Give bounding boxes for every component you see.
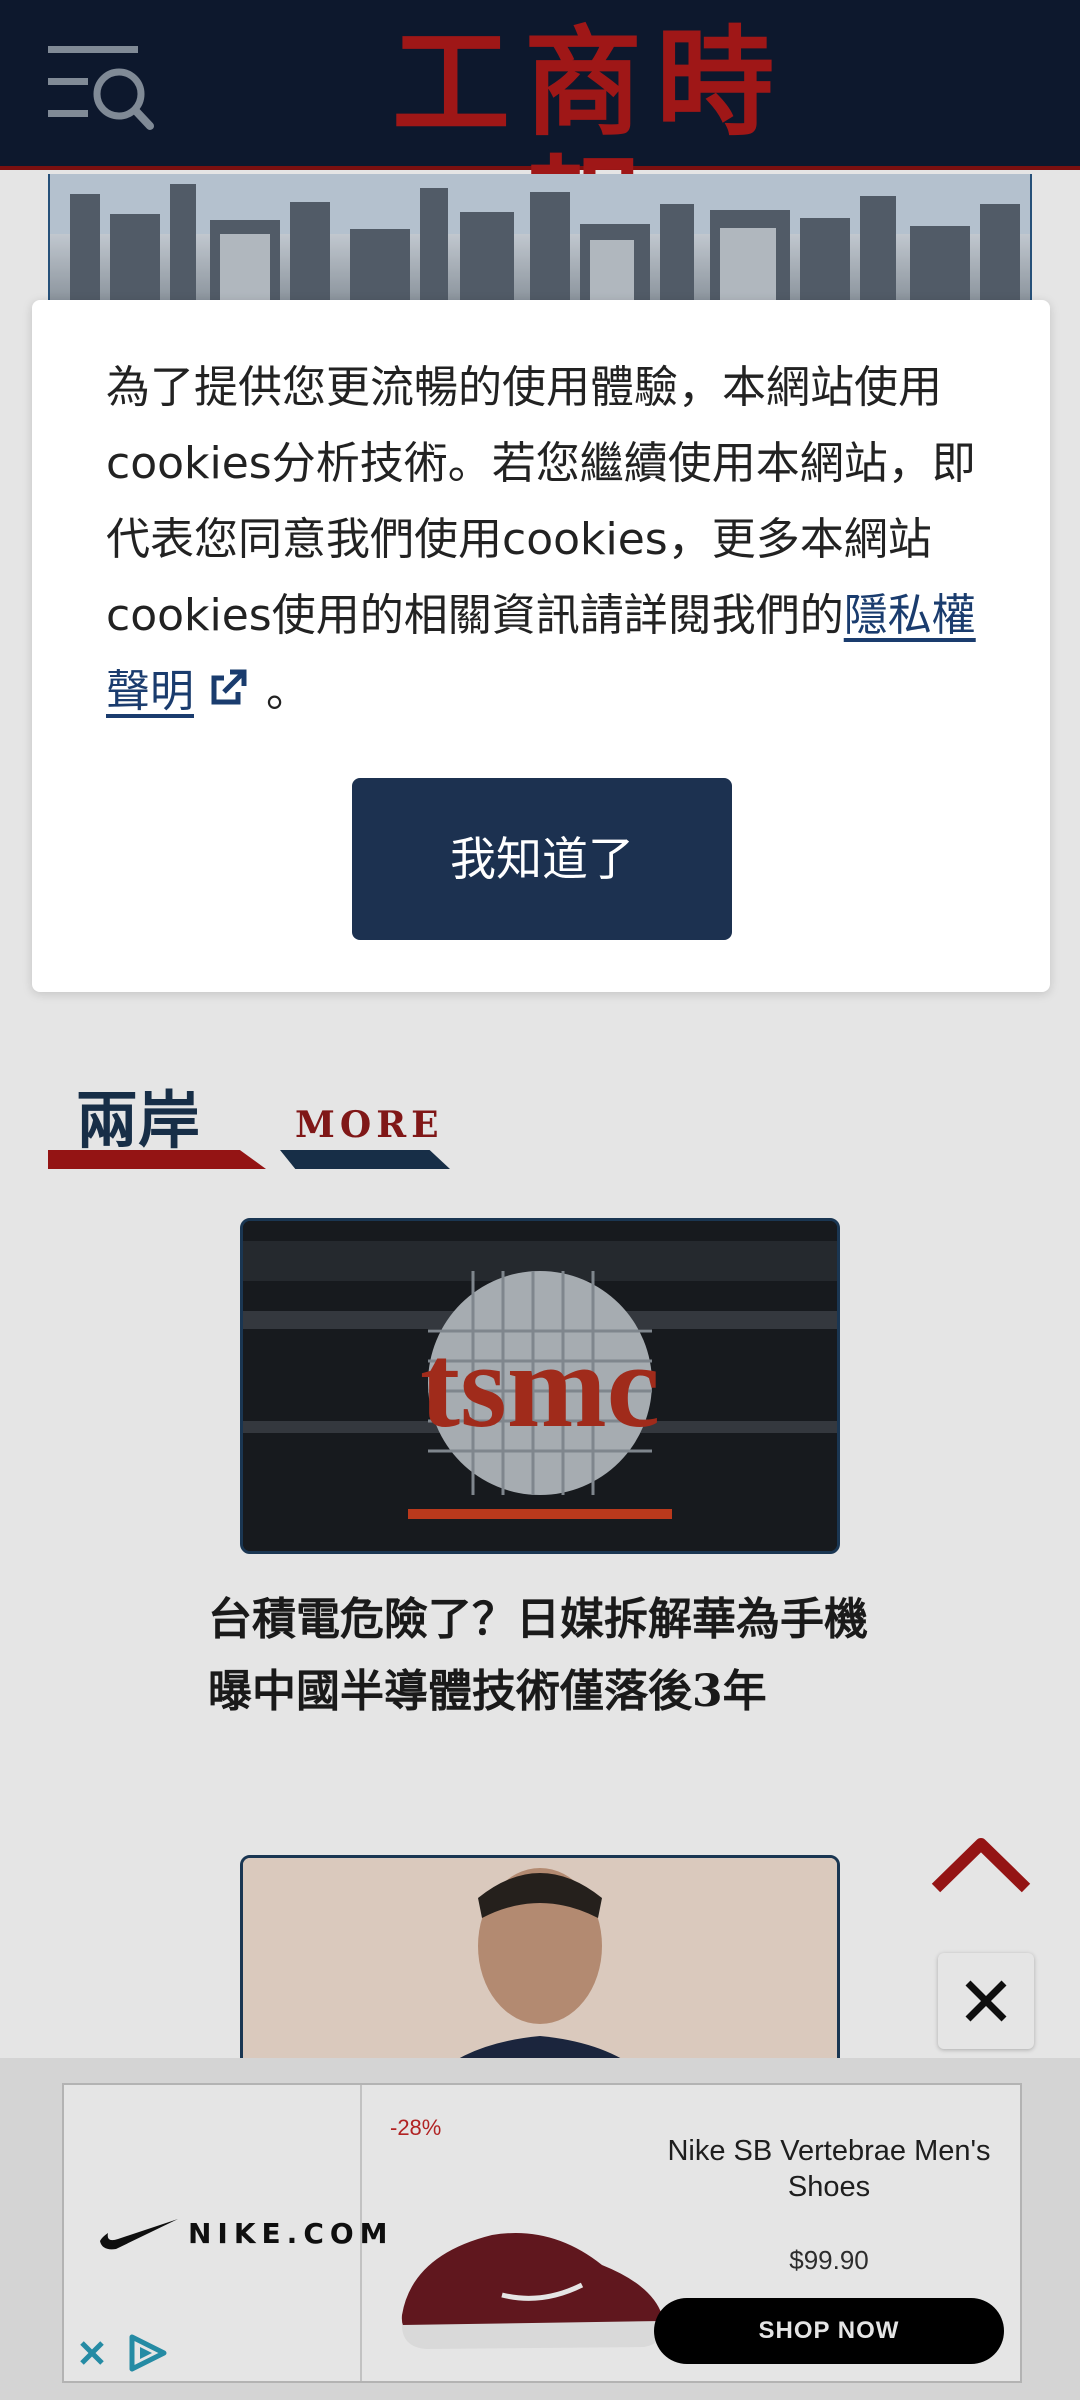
cookie-consent-dialog: 為了提供您更流暢的使用體驗，本網站使用cookies分析技術。若您繼續使用本網站… (32, 300, 1050, 992)
cookie-message: 為了提供您更流暢的使用體驗，本網站使用cookies分析技術。若您繼續使用本網站… (106, 350, 1006, 730)
acknowledge-button[interactable]: 我知道了 (352, 778, 732, 940)
cookie-message-suffix: 。 (252, 666, 310, 717)
external-link-icon[interactable] (204, 660, 252, 708)
